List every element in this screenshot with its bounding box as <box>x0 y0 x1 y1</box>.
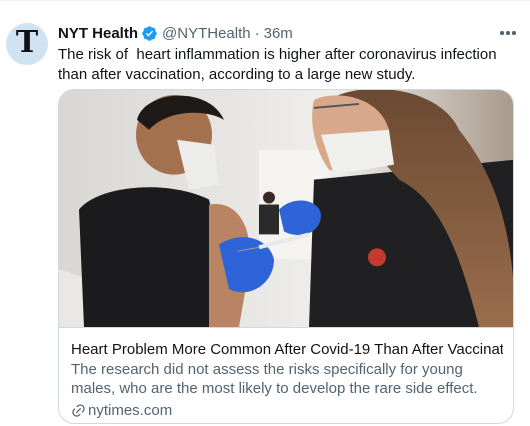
card-title[interactable]: Heart Problem More Common After Covid-19… <box>71 340 503 359</box>
avatar[interactable]: T <box>6 23 48 65</box>
card-body[interactable]: Heart Problem More Common After Covid-19… <box>71 340 503 420</box>
card-domain[interactable]: nytimes.com <box>71 400 503 420</box>
vaccination-photo <box>59 90 513 328</box>
nyt-logo-icon: T <box>15 25 39 60</box>
tweet-header: NYT Health @NYTHealth · 36m <box>58 23 293 43</box>
link-card[interactable]: Heart Problem More Common After Covid-19… <box>58 89 514 424</box>
card-description: The research did not assess the risks sp… <box>71 361 478 397</box>
author-handle[interactable]: @NYTHealth <box>162 25 251 42</box>
tweet[interactable]: T NYT Health @NYTHealth · 36m The risk o… <box>0 0 530 426</box>
verified-badge-icon <box>142 25 157 41</box>
link-icon <box>72 403 85 417</box>
more-options-icon[interactable] <box>494 23 522 43</box>
card-domain-text: nytimes.com <box>88 401 173 419</box>
author-name[interactable]: NYT Health <box>58 25 138 42</box>
timestamp[interactable]: 36m <box>264 25 293 42</box>
tweet-text: The risk of heart inflammation is higher… <box>58 46 501 83</box>
separator-dot: · <box>254 24 260 42</box>
